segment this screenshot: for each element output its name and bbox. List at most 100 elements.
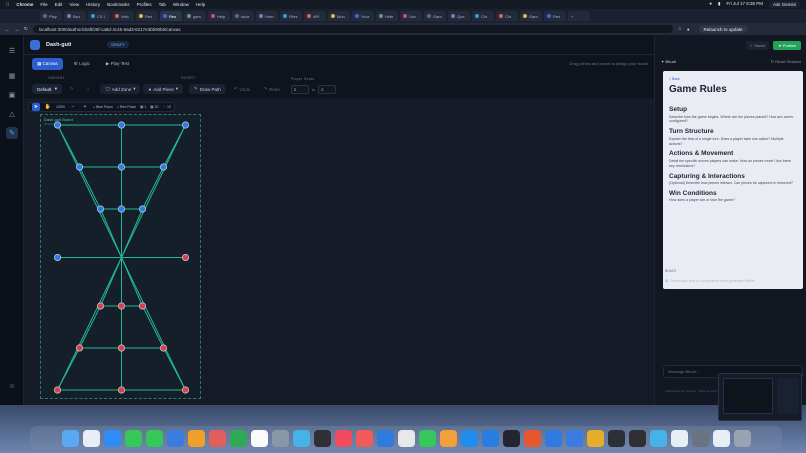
reset-session-button[interactable]: ↻ Reset Session — [771, 59, 801, 64]
back-link[interactable]: < Back — [669, 77, 797, 81]
url-field[interactable]: localhost:3000/author/draft/26f-ca8d-4c4… — [32, 25, 673, 33]
dock-app-icon[interactable] — [586, 429, 604, 447]
dock-app-icon[interactable] — [208, 429, 226, 447]
gamepad-icon[interactable]: ▣ — [6, 89, 18, 101]
menu-chrome[interactable]: Chrome — [16, 2, 33, 7]
dock-app-icon[interactable] — [418, 429, 436, 447]
publish-button[interactable]: ➤ Publish — [773, 40, 801, 50]
blue-pawn[interactable] — [118, 205, 126, 213]
design-canvas[interactable]: ➤ ✋ 100% − + ● Blue Pawn ● Red Pawn ▦ 1 … — [24, 98, 654, 405]
board-path[interactable] — [79, 166, 101, 210]
dock-app-icon[interactable] — [670, 429, 688, 447]
red-pawn[interactable] — [182, 254, 190, 262]
dock-app-icon[interactable] — [691, 429, 709, 447]
add-piece-button[interactable]: ● Add Piece ▾ — [143, 84, 183, 94]
variant-select[interactable]: Default ▾ — [32, 84, 62, 94]
dock-app-icon[interactable] — [712, 429, 730, 447]
grid-count-b[interactable]: ▦ 20 — [150, 105, 158, 109]
redo-button[interactable]: ↷ Redo — [258, 84, 285, 94]
blue-pawn[interactable] — [54, 254, 62, 262]
browser-tab[interactable]: Gam — [424, 11, 446, 21]
tab-canvas[interactable]: ▦ Canvas — [32, 57, 63, 70]
dock-app-icon[interactable] — [124, 429, 142, 447]
menu-bookmarks[interactable]: Bookmarks — [107, 2, 130, 7]
dock-app-icon[interactable] — [733, 429, 751, 447]
browser-tab[interactable]: Beo — [64, 11, 86, 21]
trophy-icon[interactable]: △ — [6, 108, 18, 120]
dock-app-icon[interactable] — [313, 429, 331, 447]
new-tab-button[interactable]: + — [568, 11, 590, 21]
menu-icon[interactable]: ☰ — [6, 45, 18, 57]
relaunch-button[interactable]: Relaunch to update — [698, 25, 748, 33]
red-pawn-button[interactable]: ● Red Pawn — [117, 105, 136, 109]
game-board[interactable]: Dash-guti Board 40 zones — [40, 114, 201, 399]
screenshot-thumbnail[interactable] — [718, 373, 802, 421]
browser-tab[interactable]: Your — [352, 11, 374, 21]
dock-app-icon[interactable] — [397, 429, 415, 447]
dock-app-icon[interactable] — [103, 429, 121, 447]
browser-tab[interactable]: Que — [448, 11, 470, 21]
menu-file[interactable]: File — [40, 2, 47, 7]
dock-app-icon[interactable] — [187, 429, 205, 447]
browser-tab[interactable]: Hide — [376, 11, 398, 21]
menu-edit[interactable]: Edit — [55, 2, 63, 7]
menu-profiles[interactable]: Profiles — [137, 2, 152, 7]
red-pawn[interactable] — [75, 344, 83, 352]
browser-tab[interactable]: gam — [184, 11, 206, 21]
dock-app-icon[interactable] — [355, 429, 373, 447]
zoom-in-icon[interactable]: + — [81, 103, 89, 111]
blue-pawn[interactable] — [118, 121, 126, 129]
user-icon[interactable]: ☺ — [6, 380, 18, 392]
dock-app-icon[interactable] — [481, 429, 499, 447]
dock-app-icon[interactable] — [439, 429, 457, 447]
browser-tab[interactable]: Help — [208, 11, 230, 21]
dock-app-icon[interactable] — [292, 429, 310, 447]
browser-tab[interactable]: Mon — [328, 11, 350, 21]
variant-add-button[interactable]: + — [82, 84, 95, 94]
board-path[interactable] — [142, 305, 164, 349]
menubar-clock[interactable]: Fri Jul 17 8:35 PM — [726, 1, 763, 8]
red-pawn[interactable] — [118, 302, 126, 310]
seat-max-input[interactable]: 2 — [318, 85, 337, 94]
tab-logic[interactable]: ⚙ Logic — [69, 58, 95, 70]
zoom-level[interactable]: 100% — [56, 105, 65, 109]
wifi-icon[interactable]: ● — [709, 1, 712, 8]
dock-app-icon[interactable] — [166, 429, 184, 447]
dock-app-icon[interactable] — [229, 429, 247, 447]
dock-app-icon[interactable] — [460, 429, 478, 447]
menu-view[interactable]: View — [69, 2, 79, 7]
forward-icon[interactable]: → — [15, 27, 20, 32]
reload-icon[interactable]: ↻ — [24, 26, 28, 32]
dock-app-icon[interactable] — [649, 429, 667, 447]
battery-icon[interactable]: ▮ — [718, 1, 720, 8]
ask-gemini-button[interactable]: Ask Gemini — [768, 1, 800, 8]
select-tool-icon[interactable]: ➤ — [32, 103, 40, 111]
browser-tab[interactable]: Play — [40, 11, 62, 21]
browser-tab[interactable]: API — [304, 11, 326, 21]
dock-app-icon[interactable] — [271, 429, 289, 447]
dock-app-icon[interactable] — [502, 429, 520, 447]
dock-app-icon[interactable] — [376, 429, 394, 447]
board-path[interactable] — [121, 124, 186, 258]
red-pawn[interactable] — [139, 302, 147, 310]
blue-pawn-button[interactable]: ● Blue Pawn — [93, 105, 113, 109]
blue-pawn[interactable] — [96, 205, 104, 213]
menu-tab[interactable]: Tab — [159, 2, 166, 7]
undo-button[interactable]: ↶ Undo — [229, 84, 256, 94]
browser-tab[interactable]: Chr — [472, 11, 494, 21]
browser-tab[interactable]: Res — [136, 11, 158, 21]
draw-path-button[interactable]: ✎ Draw Path — [188, 84, 226, 94]
browser-tab[interactable]: Unc — [400, 11, 422, 21]
browser-tab[interactable]: CS I — [88, 11, 110, 21]
grid-count-a[interactable]: ▦ 1 — [140, 105, 146, 109]
dock-app-icon[interactable] — [523, 429, 541, 447]
add-zone-button[interactable]: ▢ Add Zone ▾ — [100, 84, 141, 94]
red-pawn[interactable] — [118, 386, 126, 394]
zoom-out-icon[interactable]: − — [69, 103, 77, 111]
blue-pawn[interactable] — [54, 121, 62, 129]
editor-icon[interactable]: ✎ — [6, 127, 18, 139]
dock-app-icon[interactable] — [565, 429, 583, 447]
menu-help[interactable]: Help — [196, 2, 205, 7]
board-path[interactable] — [57, 124, 122, 258]
dashboard-icon[interactable]: ▦ — [6, 70, 18, 82]
